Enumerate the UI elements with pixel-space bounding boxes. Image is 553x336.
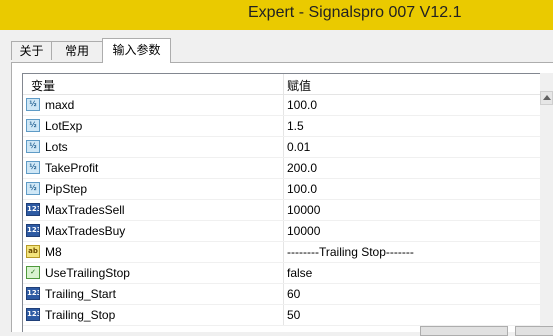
fraction-icon: ½ <box>26 161 40 174</box>
parameter-value[interactable]: 200.0 <box>287 161 317 175</box>
parameter-name: M8 <box>45 245 62 259</box>
column-divider <box>283 179 284 199</box>
parameter-value[interactable]: 1.5 <box>287 119 304 133</box>
tab-common[interactable]: 常用 <box>51 41 103 60</box>
column-divider <box>283 116 284 136</box>
column-divider <box>283 242 284 262</box>
parameter-value[interactable]: false <box>287 266 312 280</box>
parameter-name: maxd <box>45 98 75 112</box>
grid-header: 变量 赋值 <box>23 74 541 95</box>
table-row[interactable]: 123 Trailing_Start 60 <box>23 284 541 305</box>
parameter-name: Trailing_Start <box>45 287 116 301</box>
parameter-name: TakeProfit <box>45 161 99 175</box>
integer-icon: 123 <box>26 287 40 300</box>
column-divider[interactable] <box>283 74 284 94</box>
column-divider <box>283 200 284 220</box>
parameter-name: MaxTradesBuy <box>45 224 126 238</box>
table-row[interactable]: ½ LotExp 1.5 <box>23 116 541 137</box>
column-divider <box>283 284 284 304</box>
fraction-icon: ½ <box>26 182 40 195</box>
parameter-value[interactable]: 0.01 <box>287 140 310 154</box>
parameter-name: LotExp <box>45 119 83 133</box>
table-row[interactable]: 123 MaxTradesBuy 10000 <box>23 221 541 242</box>
parameter-name: PipStep <box>45 182 88 196</box>
table-row[interactable]: ½ PipStep 100.0 <box>23 179 541 200</box>
fraction-icon: ½ <box>26 98 40 111</box>
parameter-value[interactable]: 50 <box>287 308 300 322</box>
scroll-up-arrow-icon[interactable] <box>540 91 553 105</box>
boolean-icon: ✓ <box>26 266 40 279</box>
column-divider <box>283 95 284 115</box>
column-divider <box>283 158 284 178</box>
tab-inputs[interactable]: 输入参数 <box>102 38 171 63</box>
parameters-grid: 变量 赋值 ½ maxd 100.0 ½ LotExp 1.5 ½ Lots 0.01 ½ Take… <box>22 73 541 332</box>
parameter-name: Lots <box>45 140 68 154</box>
table-row[interactable]: 123 MaxTradesSell 10000 <box>23 200 541 221</box>
table-row[interactable]: ab M8 --------Trailing Stop------- <box>23 242 541 263</box>
integer-icon: 123 <box>26 308 40 321</box>
table-row[interactable]: ✓ UseTrailingStop false <box>23 263 541 284</box>
parameter-value[interactable]: 10000 <box>287 224 320 238</box>
fraction-icon: ½ <box>26 140 40 153</box>
column-divider <box>283 305 284 325</box>
parameter-name: Trailing_Stop <box>45 308 116 322</box>
ok-button[interactable] <box>420 326 508 336</box>
string-icon: ab <box>26 245 40 258</box>
title-bar: Expert - Signalspro 007 V12.1 <box>0 0 553 30</box>
tab-about[interactable]: 关于 <box>11 41 52 60</box>
parameter-value[interactable]: --------Trailing Stop------- <box>287 245 414 259</box>
table-row[interactable]: 123 Trailing_Stop 50 <box>23 305 541 326</box>
vertical-scrollbar[interactable] <box>540 73 553 332</box>
column-divider <box>283 221 284 241</box>
table-row[interactable]: ½ maxd 100.0 <box>23 95 541 116</box>
parameter-value[interactable]: 100.0 <box>287 98 317 112</box>
column-header-variable[interactable]: 变量 <box>31 77 55 94</box>
parameter-name: MaxTradesSell <box>45 203 125 217</box>
parameter-name: UseTrailingStop <box>45 266 130 280</box>
integer-icon: 123 <box>26 203 40 216</box>
column-divider <box>283 137 284 157</box>
integer-icon: 123 <box>26 224 40 237</box>
parameter-value[interactable]: 10000 <box>287 203 320 217</box>
column-header-value[interactable]: 赋值 <box>287 77 311 94</box>
table-row[interactable]: ½ Lots 0.01 <box>23 137 541 158</box>
column-divider <box>283 263 284 283</box>
window-title: Expert - Signalspro 007 V12.1 <box>248 4 462 21</box>
parameter-value[interactable]: 60 <box>287 287 300 301</box>
fraction-icon: ½ <box>26 119 40 132</box>
parameter-value[interactable]: 100.0 <box>287 182 317 196</box>
cancel-button[interactable] <box>515 326 553 336</box>
table-row[interactable]: ½ TakeProfit 200.0 <box>23 158 541 179</box>
